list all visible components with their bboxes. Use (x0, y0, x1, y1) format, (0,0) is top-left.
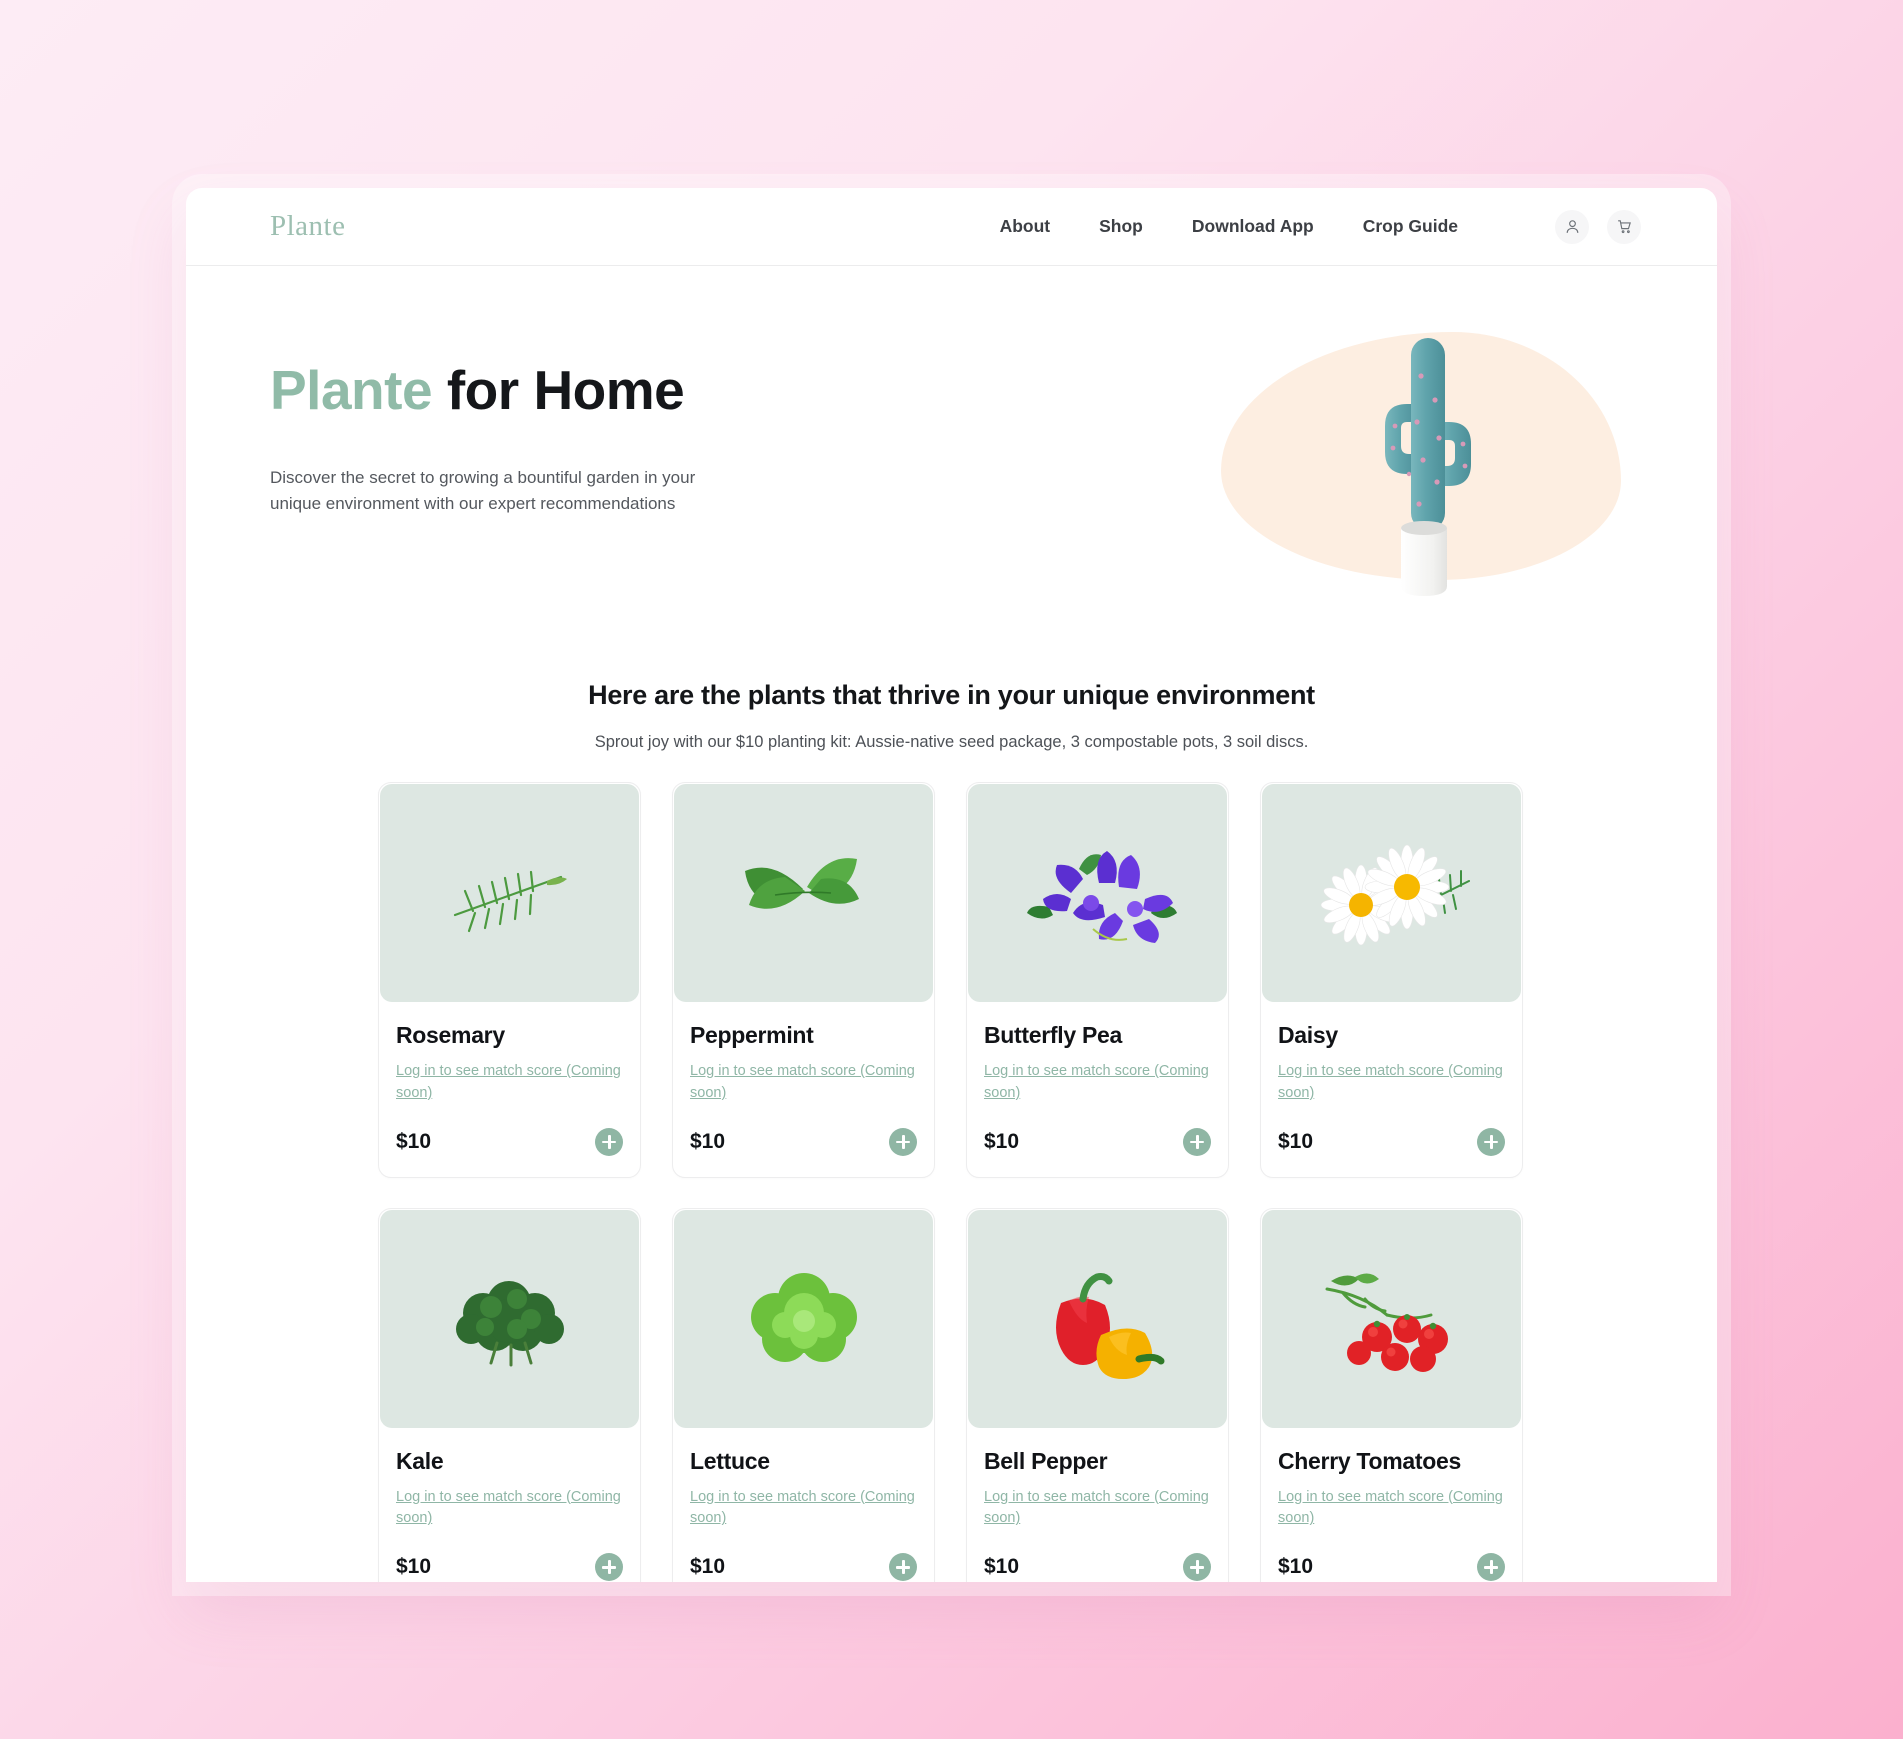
match-score-link[interactable]: Log in to see match score (Coming soon) (1278, 1061, 1505, 1105)
product-image-lettuce (674, 1209, 933, 1428)
hero-title-rest: for Home (432, 359, 685, 421)
product-footer: $10 (396, 1553, 623, 1581)
product-card-peppermint[interactable]: Peppermint Log in to see match score (Co… (672, 782, 935, 1178)
match-score-link[interactable]: Log in to see match score (Coming soon) (396, 1487, 623, 1531)
hero-title-accent: Plante (270, 359, 433, 421)
hero-section: Plante for Home Discover the secret to g… (186, 266, 1717, 626)
cherry-tomatoes-icon (1325, 1272, 1448, 1372)
brand-logo[interactable]: Plante (270, 210, 346, 243)
product-info: Butterfly Pea Log in to see match score … (967, 1003, 1228, 1177)
products-section: Here are the plants that thrive in your … (186, 626, 1717, 1582)
product-card-daisy[interactable]: Daisy Log in to see match score (Coming … (1260, 782, 1523, 1178)
product-name: Bell Pepper (984, 1447, 1108, 1474)
product-price: $10 (1278, 1129, 1314, 1153)
product-card-bell-pepper[interactable]: Bell Pepper Log in to see match score (C… (966, 1207, 1229, 1583)
bell-peppers-icon (1055, 1272, 1164, 1379)
match-score-link[interactable]: Log in to see match score (Coming soon) (984, 1061, 1211, 1105)
product-grid: Rosemary Log in to see match score (Comi… (378, 782, 1525, 1582)
product-name: Peppermint (690, 1022, 814, 1048)
add-to-cart-button[interactable] (889, 1553, 917, 1581)
product-name: Rosemary (396, 1022, 505, 1048)
product-price: $10 (984, 1555, 1020, 1578)
site-header: Plante About Shop Download App Crop Guid… (186, 188, 1717, 266)
add-to-cart-button[interactable] (1477, 1127, 1505, 1156)
add-to-cart-button[interactable] (889, 1127, 917, 1156)
product-name: Kale (396, 1447, 444, 1474)
daisy-flowers-icon (1320, 844, 1470, 946)
butterfly-pea-flowers-icon (1026, 851, 1177, 943)
cart-button[interactable] (1607, 209, 1641, 244)
hero-subtitle: Discover the secret to growing a bountif… (270, 467, 696, 514)
product-price: $10 (396, 1129, 432, 1153)
product-name: Daisy (1278, 1022, 1338, 1048)
lettuce-head-icon (750, 1272, 857, 1362)
product-footer: $10 (1278, 1127, 1505, 1156)
product-image-butterfly-pea (968, 784, 1227, 1002)
product-price: $10 (396, 1555, 432, 1578)
product-footer: $10 (396, 1127, 623, 1156)
main-navigation: About Shop Download App Crop Guide (1000, 209, 1641, 244)
product-info: Peppermint Log in to see match score (Co… (673, 1003, 934, 1177)
add-to-cart-button[interactable] (1183, 1127, 1211, 1156)
nav-item-download-app[interactable]: Download App (1192, 216, 1314, 237)
product-price: $10 (690, 1555, 726, 1578)
product-footer: $10 (690, 1127, 917, 1156)
nav-item-crop-guide[interactable]: Crop Guide (1363, 216, 1458, 237)
cactus-illustration (1385, 338, 1471, 596)
product-info: Lettuce Log in to see match score (Comin… (673, 1429, 934, 1583)
product-image-peppermint (674, 784, 933, 1002)
product-price: $10 (984, 1129, 1020, 1153)
product-image-daisy (1262, 784, 1521, 1002)
nav-item-about[interactable]: About (1000, 216, 1051, 237)
product-footer: $10 (1278, 1553, 1505, 1581)
product-card-lettuce[interactable]: Lettuce Log in to see match score (Comin… (672, 1207, 935, 1583)
product-info: Daisy Log in to see match score (Coming … (1261, 1003, 1522, 1177)
product-info: Bell Pepper Log in to see match score (C… (967, 1429, 1228, 1583)
add-to-cart-button[interactable] (595, 1127, 623, 1156)
kale-bunch-icon (455, 1280, 564, 1366)
browser-window: Plante About Shop Download App Crop Guid… (186, 188, 1717, 1582)
match-score-link[interactable]: Log in to see match score (Coming soon) (1278, 1487, 1505, 1531)
product-card-cherry-tomatoes[interactable]: Cherry Tomatoes Log in to see match scor… (1260, 1207, 1523, 1583)
product-image-rosemary (380, 784, 639, 1002)
product-name: Lettuce (690, 1447, 770, 1474)
product-card-kale[interactable]: Kale Log in to see match score (Coming s… (378, 1207, 641, 1583)
match-score-link[interactable]: Log in to see match score (Coming soon) (690, 1061, 917, 1105)
product-info: Rosemary Log in to see match score (Comi… (379, 1003, 640, 1177)
add-to-cart-button[interactable] (1183, 1553, 1211, 1581)
user-icon (1566, 220, 1578, 233)
product-card-butterfly-pea[interactable]: Butterfly Pea Log in to see match score … (966, 782, 1229, 1178)
section-heading: Here are the plants that thrive in your … (588, 680, 1315, 710)
product-footer: $10 (984, 1127, 1211, 1156)
add-to-cart-button[interactable] (1477, 1553, 1505, 1581)
header-icon-group (1555, 209, 1641, 244)
product-info: Kale Log in to see match score (Coming s… (379, 1429, 640, 1583)
section-subheading: Sprout joy with our $10 planting kit: Au… (594, 733, 1309, 751)
nav-item-shop[interactable]: Shop (1099, 216, 1143, 237)
account-button[interactable] (1555, 209, 1589, 244)
product-footer: $10 (984, 1553, 1211, 1581)
match-score-link[interactable]: Log in to see match score (Coming soon) (690, 1487, 917, 1531)
add-to-cart-button[interactable] (595, 1553, 623, 1581)
product-name: Butterfly Pea (984, 1022, 1122, 1048)
product-price: $10 (690, 1129, 726, 1153)
product-footer: $10 (690, 1553, 917, 1581)
peppermint-leaves-icon (744, 858, 859, 909)
match-score-link[interactable]: Log in to see match score (Coming soon) (396, 1061, 623, 1105)
product-name: Cherry Tomatoes (1278, 1447, 1461, 1474)
match-score-link[interactable]: Log in to see match score (Coming soon) (984, 1487, 1211, 1531)
hero-illustration (1221, 314, 1621, 606)
rosemary-sprig-icon (453, 870, 567, 933)
product-image-cherry-tomatoes (1262, 1209, 1521, 1428)
product-card-rosemary[interactable]: Rosemary Log in to see match score (Comi… (378, 782, 641, 1178)
shopping-cart-icon (1617, 220, 1631, 234)
product-info: Cherry Tomatoes Log in to see match scor… (1261, 1429, 1522, 1583)
product-image-bell-pepper (968, 1209, 1227, 1428)
product-price: $10 (1278, 1555, 1314, 1578)
product-image-kale (380, 1209, 639, 1428)
